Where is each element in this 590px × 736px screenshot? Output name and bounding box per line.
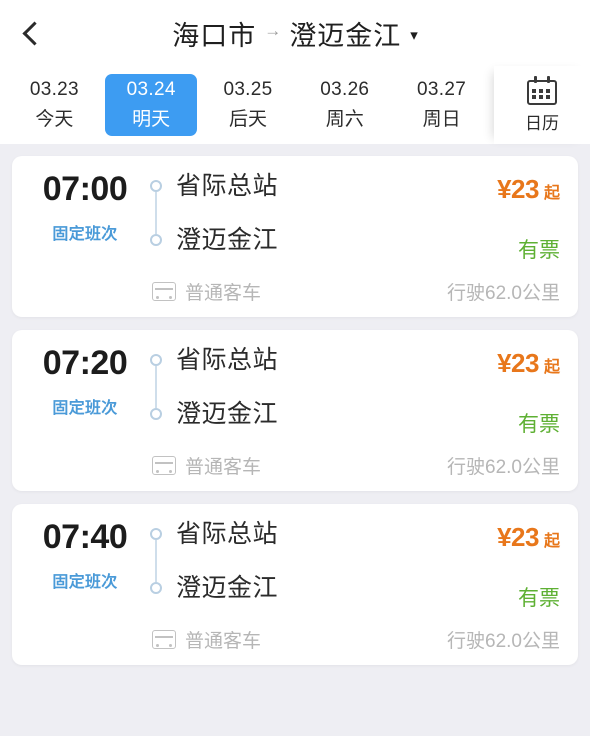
date-tab-4[interactable]: 03.27 周日 xyxy=(396,74,488,136)
page-header: 海口市 → 澄迈金江 ▾ xyxy=(0,0,590,66)
price-suffix: 起 xyxy=(543,533,560,550)
schedule-tag: 固定班次 xyxy=(52,226,118,243)
trip-distance: 行驶62.0公里 xyxy=(447,457,560,478)
trip-time-column: 07:00 固定班次 xyxy=(26,170,144,244)
date-number: 03.26 xyxy=(320,79,370,100)
price-amount: ¥23 xyxy=(497,522,539,552)
date-label: 后天 xyxy=(228,109,267,130)
date-number: 03.27 xyxy=(417,79,467,100)
date-tab-3[interactable]: 03.26 周六 xyxy=(299,74,391,136)
trip-distance: 行驶62.0公里 xyxy=(447,283,560,304)
station-column: 省际总站 澄迈金江 xyxy=(168,518,448,605)
ticket-status: 有票 xyxy=(518,239,560,262)
bus-schedule-screen: 海口市 → 澄迈金江 ▾ 03.23 今天 03.24 明天 03.25 后天 … xyxy=(0,0,590,736)
date-label: 今天 xyxy=(35,109,74,130)
trip-card-footer: 普通客车 行驶62.0公里 xyxy=(26,452,560,479)
station-column: 省际总站 澄迈金江 xyxy=(168,170,448,257)
trip-card-footer: 普通客车 行驶62.0公里 xyxy=(26,278,560,305)
calendar-label: 日历 xyxy=(525,114,559,133)
ticket-status: 有票 xyxy=(518,413,560,436)
trip-card[interactable]: 07:20 固定班次 省际总站 澄迈金江 ¥23 起 有票 普通客车 行驶62.… xyxy=(12,330,578,491)
trip-distance: 行驶62.0公里 xyxy=(447,631,560,652)
price: ¥23 起 xyxy=(497,522,560,553)
ticket-status: 有票 xyxy=(518,587,560,610)
departure-time: 07:40 xyxy=(42,518,128,556)
price-amount: ¥23 xyxy=(497,174,539,204)
back-button[interactable] xyxy=(0,0,62,66)
destination-station: 澄迈金江 xyxy=(176,574,279,602)
calendar-icon xyxy=(527,76,557,105)
date-label: 明天 xyxy=(132,109,171,130)
trip-time-column: 07:20 固定班次 xyxy=(26,344,144,418)
origin-station: 省际总站 xyxy=(176,520,279,548)
destination-station: 澄迈金江 xyxy=(176,226,279,254)
arrow-right-icon: → xyxy=(264,21,282,40)
trip-card-main: 07:40 固定班次 省际总站 澄迈金江 ¥23 起 有票 xyxy=(26,518,560,612)
date-tab-1[interactable]: 03.24 明天 xyxy=(105,74,198,136)
schedule-tag: 固定班次 xyxy=(52,400,118,417)
date-number: 03.25 xyxy=(223,79,273,100)
bus-info: 普通客车 xyxy=(152,626,261,653)
trip-list: 07:00 固定班次 省际总站 澄迈金江 ¥23 起 有票 普通客车 行驶62.… xyxy=(0,144,590,736)
price-column: ¥23 起 有票 xyxy=(448,344,560,438)
date-number: 03.23 xyxy=(29,79,79,100)
bus-icon xyxy=(152,630,176,649)
route-title: 海口市 → 澄迈金江 ▾ xyxy=(0,0,590,66)
price-amount: ¥23 xyxy=(497,348,539,378)
trip-card[interactable]: 07:40 固定班次 省际总站 澄迈金江 ¥23 起 有票 普通客车 行驶62.… xyxy=(12,504,578,665)
bus-type: 普通客车 xyxy=(185,457,262,478)
date-number: 03.24 xyxy=(126,79,176,100)
trip-card-footer: 普通客车 行驶62.0公里 xyxy=(26,626,560,653)
origin-station: 省际总站 xyxy=(176,172,279,200)
date-tab-0[interactable]: 03.23 今天 xyxy=(8,74,100,136)
origin-station: 省际总站 xyxy=(176,346,279,374)
chevron-down-icon: ▾ xyxy=(410,27,418,44)
destination-city: 澄迈金江 xyxy=(289,20,402,51)
destination-station: 澄迈金江 xyxy=(176,400,279,428)
schedule-tag: 固定班次 xyxy=(52,574,118,591)
price: ¥23 起 xyxy=(497,174,560,205)
trip-card-main: 07:20 固定班次 省际总站 澄迈金江 ¥23 起 有票 xyxy=(26,344,560,438)
chevron-left-icon xyxy=(21,20,47,46)
station-column: 省际总站 澄迈金江 xyxy=(168,344,448,431)
price: ¥23 起 xyxy=(497,348,560,379)
trip-time-column: 07:40 固定班次 xyxy=(26,518,144,592)
date-selector-bar: 03.23 今天 03.24 明天 03.25 后天 03.26 周六 03.2… xyxy=(0,66,590,144)
date-tab-2[interactable]: 03.25 后天 xyxy=(202,74,294,136)
bus-info: 普通客车 xyxy=(152,278,261,305)
date-label: 周日 xyxy=(422,109,461,130)
date-tabs: 03.23 今天 03.24 明天 03.25 后天 03.26 周六 03.2… xyxy=(0,66,494,144)
bus-info: 普通客车 xyxy=(152,452,261,479)
bus-icon xyxy=(152,456,176,475)
bus-type: 普通客车 xyxy=(185,631,262,652)
date-label: 周六 xyxy=(325,109,364,130)
departure-time: 07:00 xyxy=(42,170,128,208)
price-suffix: 起 xyxy=(543,185,560,202)
price-suffix: 起 xyxy=(543,359,560,376)
trip-card-main: 07:00 固定班次 省际总站 澄迈金江 ¥23 起 有票 xyxy=(26,170,560,264)
bus-icon xyxy=(152,282,176,301)
price-column: ¥23 起 有票 xyxy=(448,518,560,612)
price-column: ¥23 起 有票 xyxy=(448,170,560,264)
bus-type: 普通客车 xyxy=(185,283,262,304)
route-timeline-icon xyxy=(144,518,168,594)
departure-time: 07:20 xyxy=(42,344,128,382)
trip-card[interactable]: 07:00 固定班次 省际总站 澄迈金江 ¥23 起 有票 普通客车 行驶62.… xyxy=(12,156,578,317)
origin-city: 海口市 xyxy=(172,20,257,51)
route-timeline-icon xyxy=(144,170,168,246)
calendar-button[interactable]: 日历 xyxy=(494,66,590,144)
route-timeline-icon xyxy=(144,344,168,420)
